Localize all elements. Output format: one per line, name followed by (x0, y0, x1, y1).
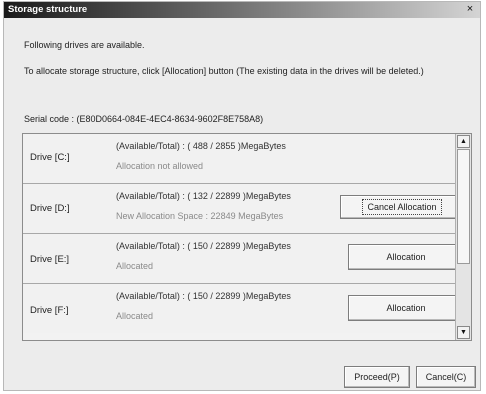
drive-status: Allocated (116, 311, 154, 321)
drive-row-d: Drive [D:] (Available/Total) : ( 132 / 2… (23, 184, 464, 234)
close-icon[interactable]: × (464, 3, 476, 16)
storage-structure-dialog: Storage structure × Following drives are… (3, 1, 481, 391)
title-bar: Storage structure × (4, 2, 480, 18)
cancel-allocation-button[interactable]: Cancel Allocation (340, 195, 464, 219)
serial-code: Serial code : (E80D0664-084E-4EC4-8634-9… (24, 114, 264, 124)
cancel-label: Cancel(C) (425, 372, 467, 382)
cancel-allocation-label: Cancel Allocation (362, 199, 442, 215)
drive-list: Drive [C:] (Available/Total) : ( 488 / 2… (22, 133, 472, 341)
proceed-label: Proceed(P) (354, 372, 400, 382)
allocation-label: Allocation (386, 303, 426, 313)
info-available-drives: Following drives are available. (24, 40, 145, 50)
allocation-button-f[interactable]: Allocation (348, 295, 464, 321)
allocation-label: Allocation (386, 252, 426, 262)
allocation-button-e[interactable]: Allocation (348, 244, 464, 270)
dialog-title: Storage structure (8, 4, 88, 15)
drive-status: New Allocation Space : 22849 MegaBytes (116, 211, 284, 221)
drive-row-c: Drive [C:] (Available/Total) : ( 488 / 2… (23, 134, 456, 184)
drive-availability: (Available/Total) : ( 132 / 22899 )MegaB… (116, 191, 291, 201)
info-allocation-instruction: To allocate storage structure, click [Al… (24, 66, 424, 76)
drive-label: Drive [D:] (30, 203, 70, 214)
drive-availability: (Available/Total) : ( 150 / 22899 )MegaB… (116, 241, 291, 251)
drive-row-e: Drive [E:] (Available/Total) : ( 150 / 2… (23, 234, 464, 284)
scroll-up-icon[interactable]: ▲ (457, 135, 470, 148)
drive-status: Allocation not allowed (116, 161, 204, 171)
drive-availability: (Available/Total) : ( 488 / 2855 )MegaBy… (116, 141, 286, 151)
drive-label: Drive [E:] (30, 254, 70, 265)
drive-status: Allocated (116, 261, 154, 271)
drive-availability: (Available/Total) : ( 150 / 22899 )MegaB… (116, 291, 291, 301)
proceed-button[interactable]: Proceed(P) (344, 366, 410, 388)
drive-label: Drive [F:] (30, 305, 69, 316)
scroll-down-icon[interactable]: ▼ (457, 326, 470, 339)
drive-label: Drive [C:] (30, 152, 70, 163)
vertical-scrollbar[interactable]: ▲ ▼ (455, 134, 471, 340)
cancel-button[interactable]: Cancel(C) (416, 366, 476, 388)
scroll-thumb[interactable] (457, 149, 470, 264)
drive-row-f: Drive [F:] (Available/Total) : ( 150 / 2… (23, 284, 464, 333)
